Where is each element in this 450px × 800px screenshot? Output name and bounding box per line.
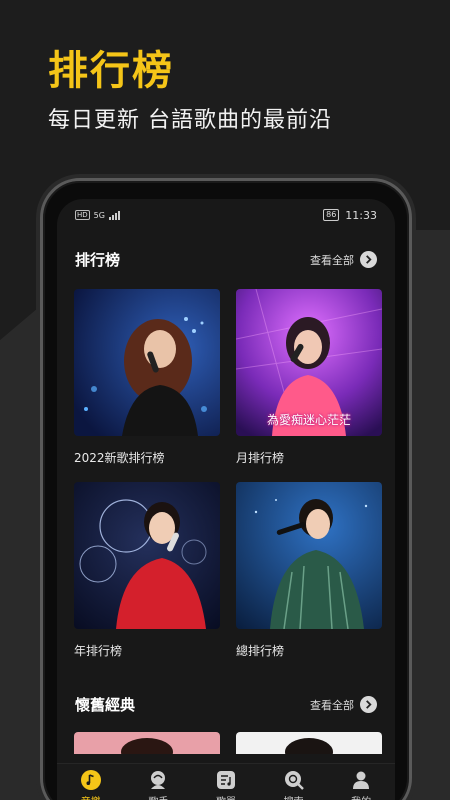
tab-music[interactable]: 音樂 (61, 769, 121, 800)
battery-icon: 86 (323, 209, 340, 221)
tab-playlists[interactable]: 歌單 (196, 769, 256, 800)
chart-card-yearly[interactable]: 年排行榜 (74, 482, 220, 659)
tab-label: 歌手 (148, 793, 168, 800)
section-title-classics: 懷舊經典 (75, 696, 136, 714)
tab-label: 音樂 (81, 793, 101, 800)
tab-label: 歌單 (216, 793, 236, 800)
classics-section-header: 懷舊經典 查看全部 (75, 694, 377, 715)
chevron-right-icon (360, 251, 377, 268)
classics-card-2[interactable] (236, 732, 382, 754)
status-bar: HD 5G 86 11:33 (57, 199, 395, 231)
phone-frame: HD 5G 86 11:33 排行榜 查看全部 2022新歌排行榜 為愛痴迷心茫… (40, 178, 412, 800)
network-type: 5G (93, 210, 105, 220)
chart-card-label: 總排行榜 (236, 644, 285, 658)
signal-icon (108, 210, 120, 220)
phone-screen: HD 5G 86 11:33 排行榜 查看全部 2022新歌排行榜 為愛痴迷心茫… (57, 199, 395, 800)
playlist-icon (215, 769, 237, 791)
chart-cover-image: 為愛痴迷心茫茫 (236, 289, 382, 436)
bottom-tab-bar: 音樂 歌手 歌單 搜索 (57, 763, 395, 800)
tab-label: 搜索 (284, 793, 304, 800)
chevron-right-icon (360, 696, 377, 713)
chart-cover-image (74, 482, 220, 629)
chart-cover-overlay-text: 為愛痴迷心茫茫 (266, 413, 351, 427)
see-all-classics-button[interactable]: 查看全部 (310, 696, 377, 713)
tab-label: 我的 (351, 793, 371, 800)
tab-search[interactable]: 搜索 (264, 769, 324, 800)
chart-card-monthly[interactable]: 為愛痴迷心茫茫 月排行榜 (236, 289, 382, 466)
section-title-charts: 排行榜 (75, 251, 121, 269)
classics-card-1[interactable] (74, 732, 220, 754)
search-icon (283, 769, 305, 791)
charts-section-header: 排行榜 查看全部 (75, 249, 377, 270)
status-time: 11:33 (345, 208, 377, 222)
music-note-icon (80, 769, 102, 791)
chart-card-2022-new[interactable]: 2022新歌排行榜 (74, 289, 220, 466)
promo-subtitle: 每日更新 台語歌曲的最前沿 (48, 108, 332, 133)
see-all-label: 查看全部 (310, 698, 354, 712)
see-all-charts-button[interactable]: 查看全部 (310, 251, 377, 268)
see-all-label: 查看全部 (310, 253, 354, 267)
chart-card-label: 2022新歌排行榜 (74, 451, 165, 465)
chart-cover-image (236, 482, 382, 629)
tab-profile[interactable]: 我的 (331, 769, 391, 800)
chart-card-all-time[interactable]: 總排行榜 (236, 482, 382, 659)
chart-card-label: 月排行榜 (236, 451, 285, 465)
network-badge: HD (75, 210, 90, 220)
promo-title: 排行榜 (48, 48, 174, 94)
profile-icon (350, 769, 372, 791)
tab-singers[interactable]: 歌手 (128, 769, 188, 800)
chart-cover-image (74, 289, 220, 436)
singer-icon (147, 769, 169, 791)
chart-card-label: 年排行榜 (74, 644, 123, 658)
